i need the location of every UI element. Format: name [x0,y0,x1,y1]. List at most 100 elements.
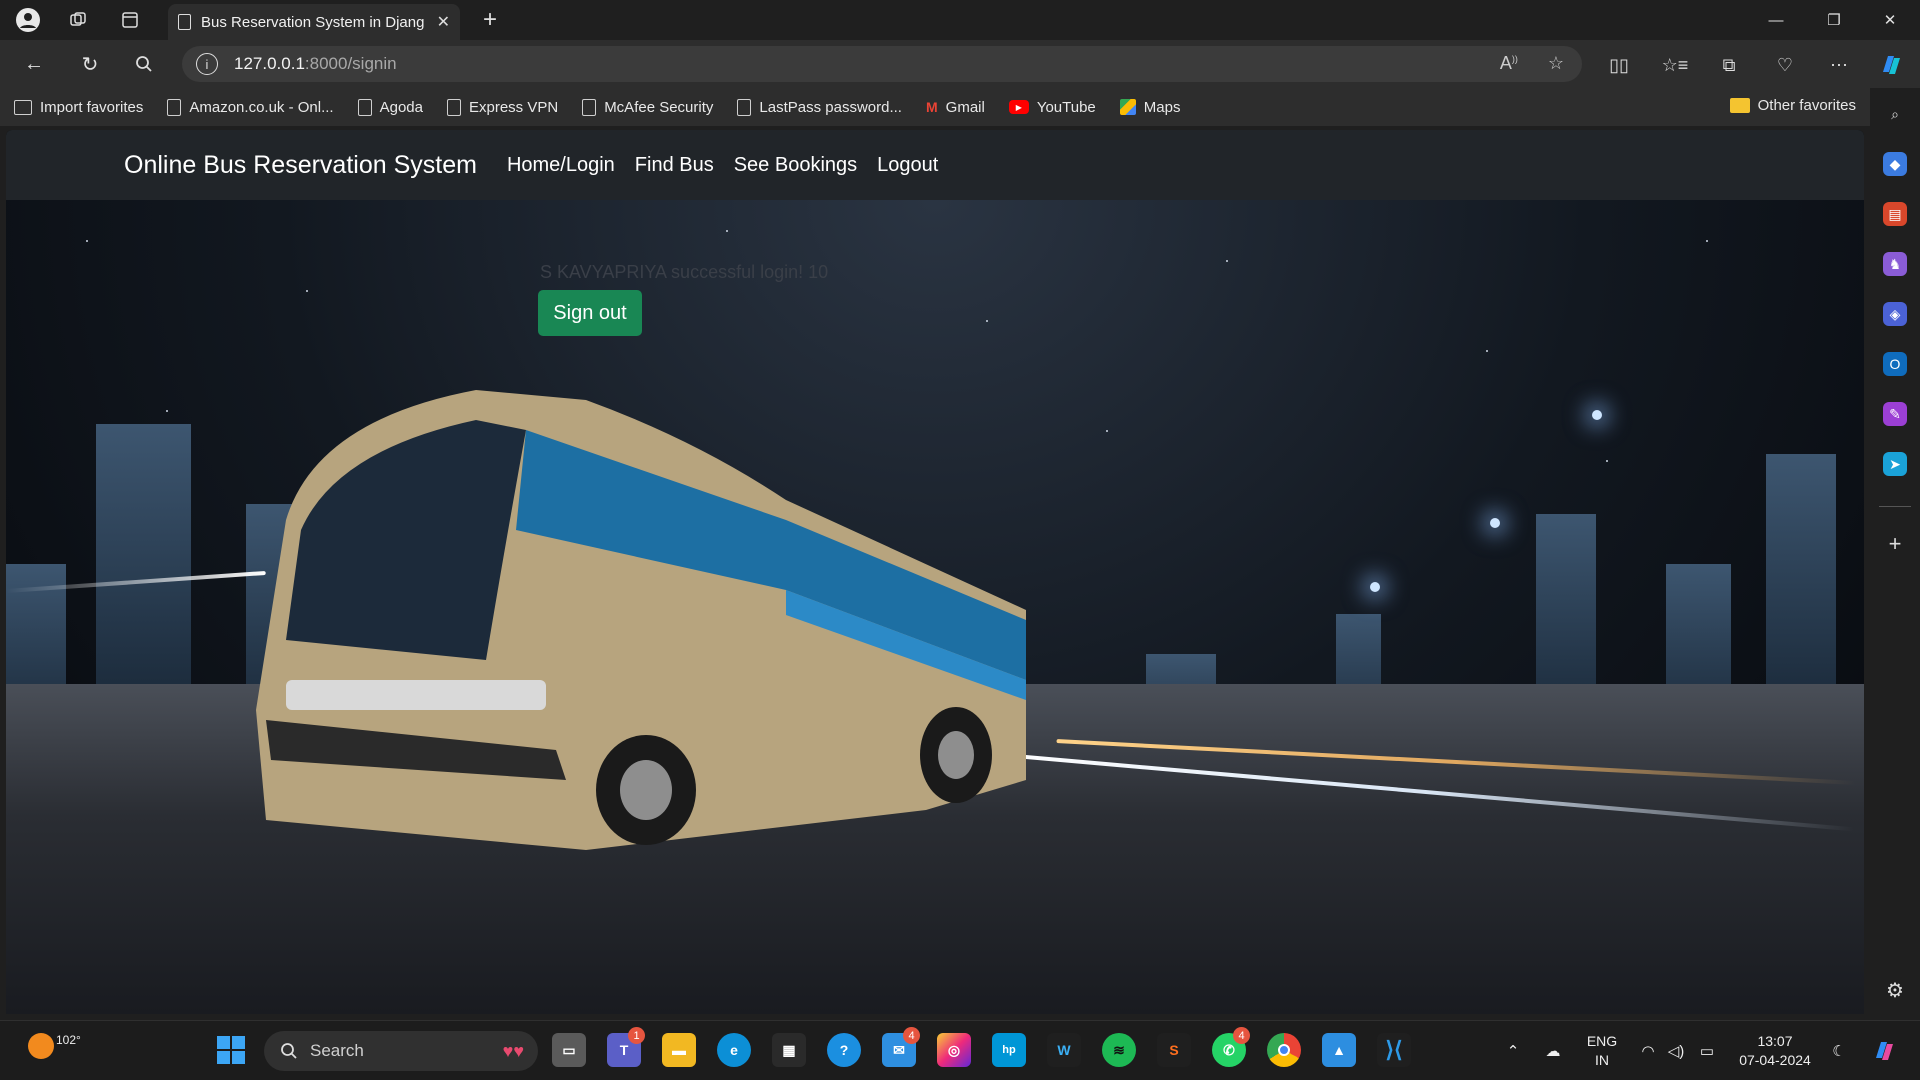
new-tab-icon[interactable]: + [472,6,508,34]
copilot-taskbar-icon[interactable] [1864,1021,1904,1080]
sublime-icon[interactable]: S [1157,1033,1191,1067]
copilot-sidebar-icon[interactable]: ◈ [1883,302,1907,326]
browser-tab[interactable]: Bus Reservation System in Djang ✕ [168,4,460,40]
more-options-icon[interactable]: ⋯ [1824,50,1854,80]
battery-icon[interactable]: ▭ [1694,1021,1720,1080]
clock[interactable]: 13:07 07-04-2024 [1730,1021,1820,1080]
star [726,230,728,232]
read-aloud-icon[interactable]: A)) [1500,53,1518,74]
photos-icon[interactable]: ▲ [1322,1033,1356,1067]
whatsapp-badge: 4 [1233,1027,1250,1044]
bookmark-gmail[interactable]: M Gmail [926,99,985,116]
games-icon[interactable]: ♞ [1883,252,1907,276]
nav-logout[interactable]: Logout [877,154,938,177]
street-lamp [1490,518,1500,528]
street-lamp [1370,582,1380,592]
refresh-icon[interactable]: ↻ [72,48,108,80]
sidebar-divider [1879,506,1911,507]
chrome-center-icon [1278,1044,1290,1056]
browser-essentials-icon[interactable]: ♡ [1770,50,1800,80]
bookmark-express-vpn[interactable]: Express VPN [446,98,558,116]
favorites-icon[interactable]: ☆≡ [1660,50,1690,80]
outlook-icon[interactable]: O [1883,352,1907,376]
language-indicator[interactable]: ENG IN [1580,1021,1624,1080]
get-help-icon[interactable]: ? [827,1033,861,1067]
bookmark-import-favorites[interactable]: Import favorites [14,99,143,116]
search-placeholder: Search [310,1041,364,1060]
search-highlight-icon: ♥♥ [502,1040,524,1061]
temperature: 102° [56,1033,81,1047]
add-sidebar-app-icon[interactable]: + [1883,531,1907,556]
restore-icon[interactable]: ❐ [1806,0,1862,40]
mail-badge: 4 [903,1027,920,1044]
workspaces-icon[interactable] [60,6,96,34]
back-icon[interactable]: ← [16,48,52,80]
copilot-icon[interactable] [1876,50,1906,80]
nav-home-login[interactable]: Home/Login [507,154,615,177]
address-bar[interactable]: i 127.0.0.1:8000/signin A)) ☆ [182,46,1582,82]
star [1226,260,1228,262]
page-icon [357,98,372,116]
street-lamp [1592,410,1602,420]
bookmark-agoda[interactable]: Agoda [357,98,423,116]
hero-background: S KAVYAPRIYA successful login! 10 Sign o… [6,200,1864,1014]
star [306,290,308,292]
task-view-icon[interactable]: ▭ [552,1033,586,1067]
sidebar-settings-icon[interactable]: ⚙ [1883,978,1907,1002]
star [166,410,168,412]
webex-icon[interactable]: W [1047,1033,1081,1067]
folder-icon [1729,98,1750,113]
bookmark-mcafee[interactable]: McAfee Security [582,98,713,116]
taskbar-search[interactable]: Search ♥♥ [264,1031,538,1071]
bookmark-maps[interactable]: Maps [1119,99,1180,116]
bookmark-youtube[interactable]: ▶ YouTube [1008,99,1096,116]
mail-icon[interactable]: ✉ 4 [882,1027,920,1067]
teams-icon[interactable]: T1 [607,1027,645,1067]
star [986,320,988,322]
tab-actions-icon[interactable] [112,6,148,34]
designer-icon[interactable]: ✎ [1883,402,1907,426]
onedrive-icon[interactable]: ☁ [1538,1021,1568,1080]
edge-icon[interactable]: e [717,1033,751,1067]
bookmark-amazon[interactable]: Amazon.co.uk - Onl... [167,98,334,116]
other-favorites[interactable]: Other favorites [1729,97,1856,114]
tab-title: Bus Reservation System in Djang [201,13,425,31]
start-button[interactable] [214,1033,248,1067]
site-info-icon[interactable]: i [196,53,218,75]
youtube-icon: ▶ [1008,100,1029,114]
whatsapp-icon[interactable]: ✆ 4 [1212,1027,1250,1067]
collections-icon[interactable]: ⧉ [1714,50,1744,80]
sign-out-button[interactable]: Sign out [538,290,642,336]
minimize-icon[interactable]: — [1748,0,1804,40]
site-brand[interactable]: Online Bus Reservation System [124,151,477,180]
spotify-icon[interactable]: ≋ [1102,1033,1136,1067]
profile-icon[interactable] [10,6,46,34]
show-hidden-icons[interactable]: ⌃ [1500,1021,1526,1080]
language-code: ENG [1586,1033,1618,1049]
vscode-icon[interactable]: ⟩⟨ [1377,1033,1411,1067]
file-explorer-icon[interactable]: ▬ [662,1033,696,1067]
nav-find-bus[interactable]: Find Bus [635,154,714,177]
tools-icon[interactable]: ▤ [1883,202,1907,226]
close-tab-icon[interactable]: ✕ [437,12,450,32]
clock-time: 13:07 [1757,1033,1793,1049]
page-icon [167,98,182,116]
bookmark-lastpass[interactable]: LastPass password... [737,98,902,116]
chrome-icon[interactable] [1267,1033,1301,1067]
weather-widget[interactable]: 102° [28,1033,81,1059]
shopping-tag-icon[interactable]: ◆ [1883,152,1907,176]
volume-icon[interactable]: ◁) [1664,1021,1688,1080]
notifications-icon[interactable]: ☾ [1826,1021,1852,1080]
favorite-star-icon[interactable]: ☆ [1548,53,1564,74]
search-icon[interactable] [126,48,162,80]
region-code: IN [1595,1052,1609,1068]
nav-see-bookings[interactable]: See Bookings [734,154,857,177]
close-window-icon[interactable]: ✕ [1862,0,1918,40]
myhp-icon[interactable]: hp [992,1033,1026,1067]
microsoft-store-icon[interactable]: ▦ [772,1033,806,1067]
wifi-icon[interactable]: ◠ [1636,1021,1660,1080]
instagram-icon[interactable]: ◎ [937,1033,971,1067]
split-screen-icon[interactable]: ▯▯ [1604,50,1634,80]
sidebar-search-icon[interactable]: ⌕ [1883,102,1907,126]
drop-icon[interactable]: ➤ [1883,452,1907,476]
